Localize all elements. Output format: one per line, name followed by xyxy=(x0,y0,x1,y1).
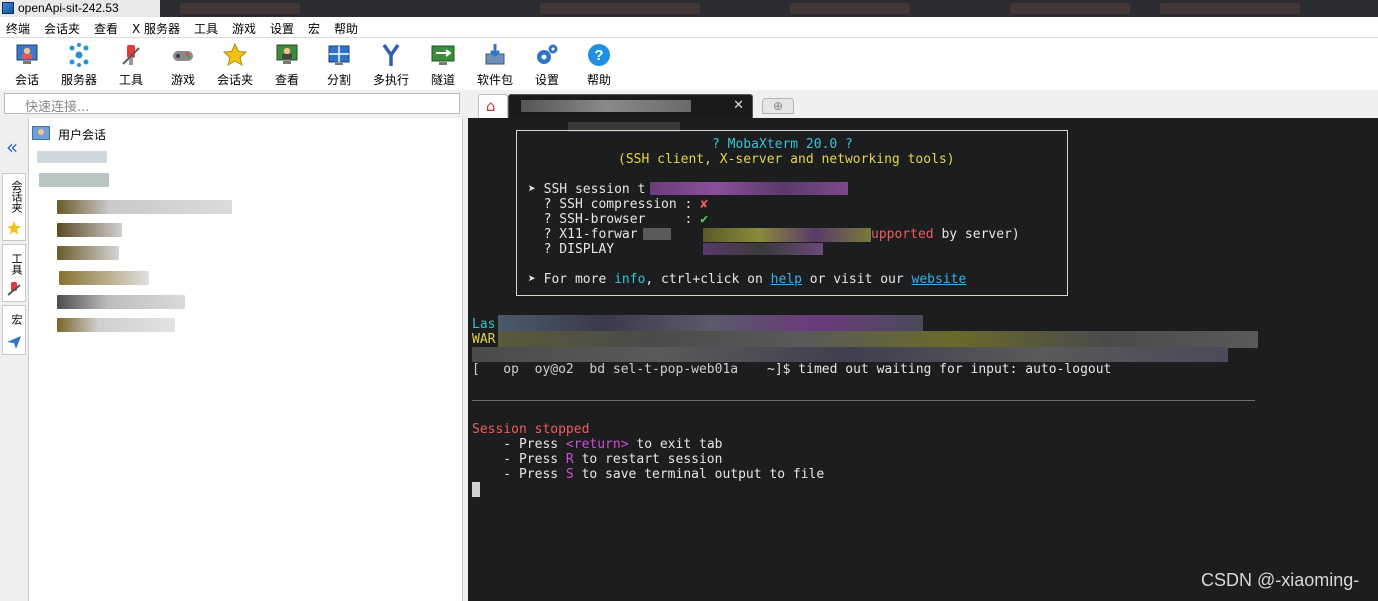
home-tab[interactable]: ⌂ xyxy=(478,94,508,118)
tunnel-button[interactable]: 隧道 xyxy=(417,40,469,88)
multiexec-icon xyxy=(382,43,400,66)
session-item-redacted[interactable] xyxy=(57,318,175,332)
session-item-redacted[interactable] xyxy=(57,295,185,309)
games-icon xyxy=(173,51,193,61)
multiexec-button[interactable]: 多执行 xyxy=(365,40,417,88)
menu-macros[interactable]: 宏 xyxy=(308,20,320,37)
user-sessions-icon xyxy=(32,126,50,140)
user-sessions-folder[interactable]: 用户会话 xyxy=(58,126,106,143)
session-stopped-text: Session stopped xyxy=(472,422,590,437)
session-item-redacted[interactable] xyxy=(59,271,149,285)
watermark: CSDN @-xiaoming- xyxy=(1201,570,1360,590)
favorites-button[interactable]: 会话夹 xyxy=(209,40,261,88)
app-icon xyxy=(2,2,14,14)
session-icon xyxy=(16,44,38,64)
website-link[interactable]: website xyxy=(912,272,967,287)
split-button[interactable]: 分割 xyxy=(313,40,365,88)
collapse-sidebar-icon[interactable]: « xyxy=(6,137,18,157)
servers-button[interactable]: 服务器 xyxy=(53,40,105,88)
side-tab-sessions[interactable]: 会话夹 xyxy=(2,173,26,241)
window-title: openApi-sit-242.53 xyxy=(18,1,119,15)
packages-icon xyxy=(485,44,505,65)
info-link[interactable]: info xyxy=(614,272,645,287)
servers-icon xyxy=(69,43,89,67)
quick-connect-input[interactable]: 快速连接... xyxy=(4,93,460,115)
menu-xserver[interactable]: X 服务器 xyxy=(132,20,180,37)
prompt-partial: [ op oy@o2 bd sel-t-pop-web01a xyxy=(472,362,739,377)
tunnel-icon xyxy=(431,45,455,65)
help-icon: ? xyxy=(588,44,610,66)
warning-line: WAR xyxy=(472,332,496,347)
side-tab-tools[interactable]: 工具 xyxy=(2,244,26,302)
terminal-view[interactable]: ? MobaXterm 20.0 ? (SSH client, X-server… xyxy=(468,118,1378,601)
menu-terminal[interactable]: 终端 xyxy=(6,20,30,37)
menu-tools[interactable]: 工具 xyxy=(194,20,218,37)
star-icon xyxy=(7,221,21,235)
settings-button[interactable]: 设置 xyxy=(521,40,573,88)
last-login-line: Las xyxy=(472,317,496,332)
session-tree: 用户会话 xyxy=(28,118,463,601)
session-item-redacted[interactable] xyxy=(57,223,122,237)
side-tabs: « 会话夹 工具 宏 xyxy=(0,118,28,601)
tools-button[interactable]: 工具 xyxy=(105,40,157,88)
games-button[interactable]: 游戏 xyxy=(157,40,209,88)
session-item-redacted[interactable] xyxy=(37,151,107,163)
send-icon xyxy=(7,336,21,349)
session-tab-active[interactable]: ✕ xyxy=(508,94,753,118)
tab-strip: ⌂ ✕ ⊕ xyxy=(468,90,1378,118)
ssh-compression-status: ✘ xyxy=(700,197,709,212)
view-icon xyxy=(276,44,298,64)
menu-sessions[interactable]: 会话夹 xyxy=(44,20,80,37)
close-tab-icon[interactable]: ✕ xyxy=(733,98,744,113)
display-line: ? DISPLAY xyxy=(528,242,615,257)
session-button[interactable]: 会话 xyxy=(1,40,53,88)
ssh-browser-line: ? SSH-browser : ✔ xyxy=(528,212,709,227)
banner-title: ? MobaXterm 20.0 ? xyxy=(712,137,853,152)
split-icon xyxy=(328,45,350,65)
session-item-redacted[interactable] xyxy=(57,200,232,214)
tools-icon xyxy=(7,282,21,296)
settings-icon xyxy=(537,44,558,64)
press-s-line: - Press S to save terminal output to fil… xyxy=(472,467,825,482)
help-button[interactable]: ? 帮助 xyxy=(573,40,625,88)
packages-button[interactable]: 软件包 xyxy=(469,40,521,88)
svg-text:?: ? xyxy=(594,47,603,64)
menu-help[interactable]: 帮助 xyxy=(334,20,358,37)
session-item-redacted[interactable] xyxy=(39,173,109,187)
banner-subtitle: (SSH client, X-server and networking too… xyxy=(618,152,955,167)
menu-settings[interactable]: 设置 xyxy=(270,20,294,37)
home-icon: ⌂ xyxy=(486,97,496,115)
side-tab-macros[interactable]: 宏 xyxy=(2,305,26,355)
view-button[interactable]: 查看 xyxy=(261,40,313,88)
menu-games[interactable]: 游戏 xyxy=(232,20,256,37)
menu-view[interactable]: 查看 xyxy=(94,20,118,37)
ssh-compression-line: ? SSH compression : ✘ xyxy=(528,197,709,212)
help-link[interactable]: help xyxy=(771,272,802,287)
new-tab-button[interactable]: ⊕ xyxy=(762,98,794,114)
quick-connect-placeholder: 快速连接... xyxy=(25,100,90,115)
separator-line xyxy=(472,400,1255,401)
auto-logout-line: ~]$ timed out waiting for input: auto-lo… xyxy=(767,362,1112,377)
star-icon xyxy=(222,42,248,67)
press-r-line: - Press R to restart session xyxy=(472,452,723,467)
terminal-cursor xyxy=(472,482,480,497)
session-item-redacted[interactable] xyxy=(57,246,119,260)
ssh-browser-status: ✔ xyxy=(700,212,709,227)
tools-icon xyxy=(122,45,140,65)
menu-bar: 终端 会话夹 查看 X 服务器 工具 游戏 设置 宏 帮助 xyxy=(0,17,1378,38)
ssh-session-line: ➤ SSH session t xyxy=(528,182,646,197)
x11-line: ? X11-forwar xyxy=(528,227,638,242)
title-bar: openApi-sit-242.53 xyxy=(0,0,1378,17)
more-info-line: ➤ For more info, ctrl+click on help or v… xyxy=(528,272,967,287)
press-return-line: - Press <return> to exit tab xyxy=(472,437,723,452)
toolbar: 会话 服务器 工具 游戏 会话夹 查看 分割 多执行 隧道 软件包 设置 ? 帮… xyxy=(0,38,1378,90)
